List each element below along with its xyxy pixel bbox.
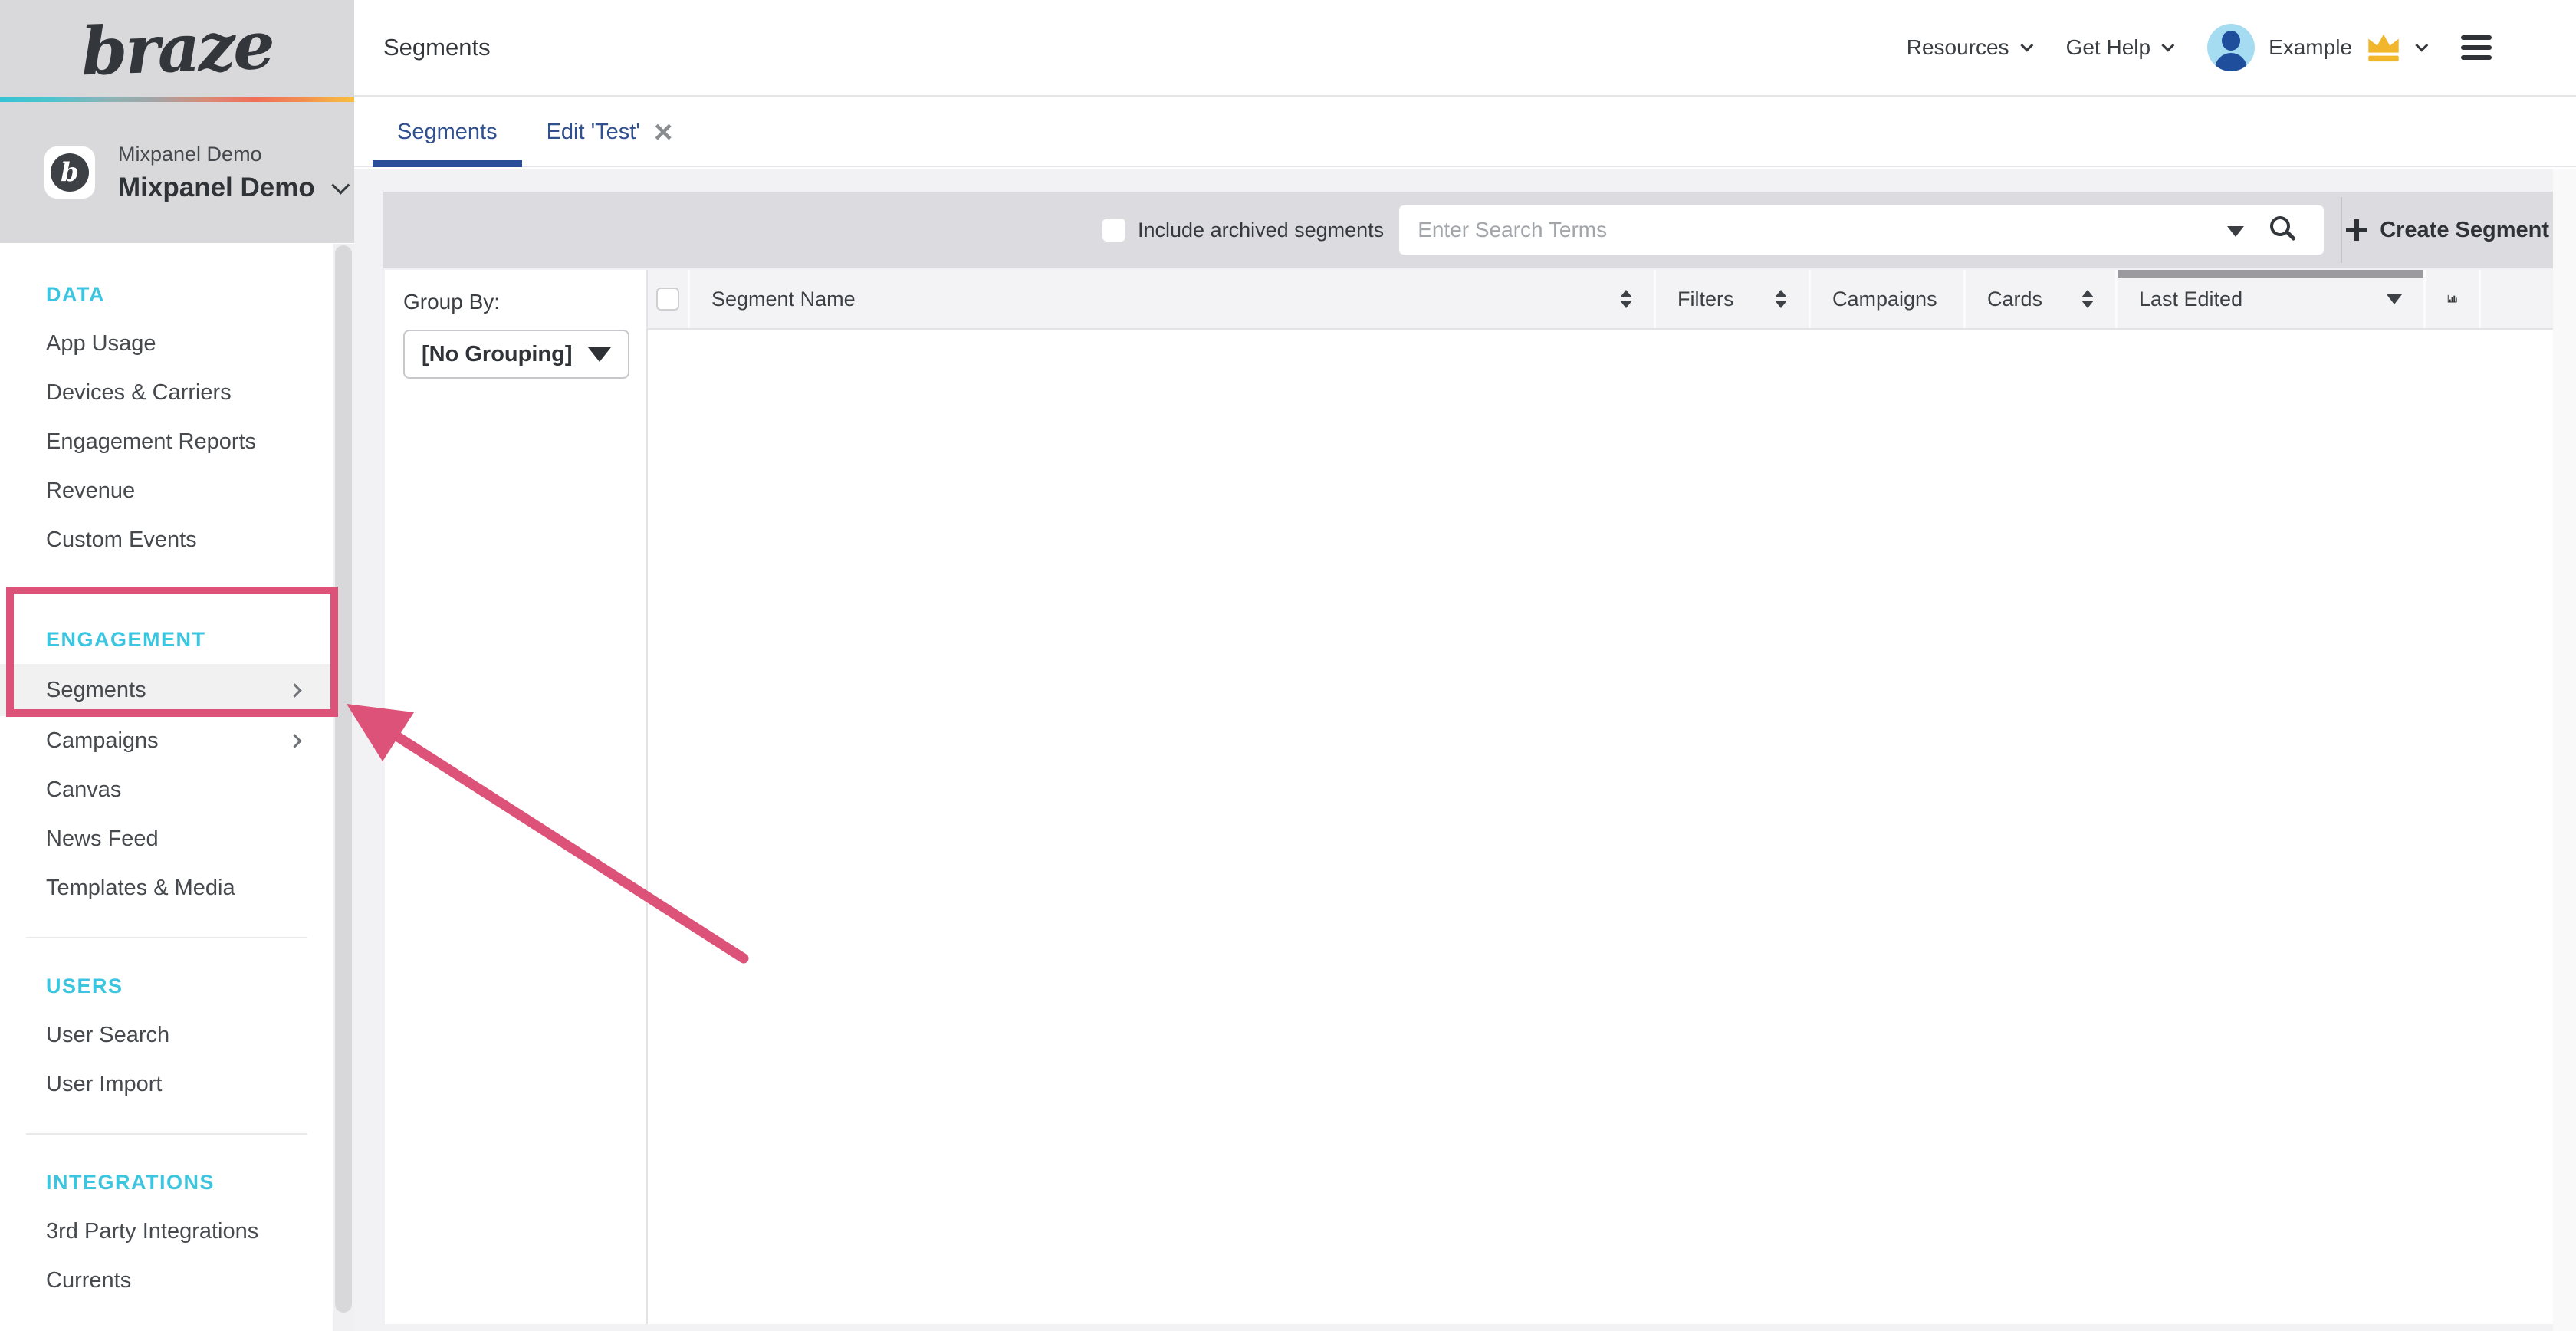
include-archived-checkbox[interactable] (1102, 219, 1125, 242)
hamburger-menu-icon[interactable] (2461, 35, 2492, 60)
search-input[interactable] (1399, 205, 2324, 255)
sidebar-scrollbar-thumb[interactable] (335, 245, 352, 1313)
account-name: Example (2269, 35, 2352, 60)
get-help-menu[interactable]: Get Help (2066, 35, 2171, 60)
sidebar-divider (26, 1133, 307, 1135)
bar-chart-icon (2447, 284, 2457, 314)
search-box (1399, 205, 2324, 255)
sidebar-item-revenue[interactable]: Revenue (0, 466, 334, 515)
include-archived-label: Include archived segments (1138, 219, 1384, 242)
tab-segments[interactable]: Segments (373, 98, 522, 166)
sidebar-divider (26, 937, 307, 938)
table-header-row: Segment Name Filters Campaigns Cards Las… (648, 270, 2553, 330)
braze-dashboard: braze b Mixpanel Demo Mixpanel Demo DATA… (0, 0, 2576, 1331)
crown-icon (2366, 32, 2401, 63)
column-header-empty (2481, 270, 2553, 328)
chevron-right-icon (288, 734, 301, 748)
select-all-cell (648, 270, 690, 328)
tab-bar: Segments Edit 'Test' × (354, 98, 2576, 167)
sort-icon[interactable] (1620, 290, 1632, 308)
sidebar-item-campaigns[interactable]: Campaigns (0, 716, 334, 765)
section-integrations: INTEGRATIONS (0, 1158, 334, 1207)
sidebar-item-3rd-party-integrations[interactable]: 3rd Party Integrations (0, 1207, 334, 1256)
group-by-label: Group By: (403, 290, 646, 314)
select-all-checkbox[interactable] (656, 288, 679, 311)
create-segment-button[interactable]: Create Segment (2342, 192, 2553, 268)
workspace-selector[interactable]: b Mixpanel Demo Mixpanel Demo (0, 102, 354, 243)
sidebar-item-templates-media[interactable]: Templates & Media (0, 863, 334, 912)
top-bar: Segments Resources Get Help Example (354, 0, 2576, 97)
chevron-down-icon (2415, 39, 2428, 52)
column-header-filters[interactable]: Filters (1656, 270, 1811, 328)
column-header-analytics[interactable] (2426, 270, 2481, 328)
column-header-segment-name[interactable]: Segment Name (690, 270, 1656, 328)
account-menu[interactable]: Example (2207, 24, 2424, 71)
sidebar-item-app-usage[interactable]: App Usage (0, 319, 334, 368)
sort-desc-icon (2387, 294, 2402, 304)
segments-toolbar: Include archived segments Create Segment (383, 192, 2553, 268)
plus-icon (2346, 219, 2367, 241)
tab-edit-test[interactable]: Edit 'Test' × (522, 98, 698, 166)
sidebar-item-devices-carriers[interactable]: Devices & Carriers (0, 368, 334, 417)
braze-logo: braze (80, 6, 274, 90)
section-engagement: ENGAGEMENT (0, 615, 334, 664)
segments-table: Segment Name Filters Campaigns Cards Las… (648, 270, 2553, 1324)
brand-header: braze (0, 0, 354, 97)
sidebar: braze b Mixpanel Demo Mixpanel Demo DATA… (0, 0, 354, 1331)
braze-b-icon: b (51, 153, 89, 192)
sort-icon[interactable] (2082, 290, 2094, 308)
page-title: Segments (383, 34, 491, 61)
workspace-name: Mixpanel Demo (118, 173, 315, 203)
sidebar-item-user-import[interactable]: User Import (0, 1060, 334, 1109)
main-content: Include archived segments Create Segment… (354, 169, 2576, 1331)
column-header-last-edited[interactable]: Last Edited (2118, 270, 2426, 328)
chevron-down-icon (331, 176, 350, 195)
sidebar-item-engagement-reports[interactable]: Engagement Reports (0, 417, 334, 466)
workspace-label: Mixpanel Demo (118, 143, 345, 166)
sidebar-item-news-feed[interactable]: News Feed (0, 814, 334, 863)
brand-gradient-bar (0, 97, 354, 102)
chevron-down-icon (2161, 39, 2174, 52)
sidebar-item-user-search[interactable]: User Search (0, 1011, 334, 1060)
sidebar-item-canvas[interactable]: Canvas (0, 765, 334, 814)
sort-icon[interactable] (1775, 290, 1787, 308)
sidebar-scrollbar[interactable] (334, 244, 354, 1331)
workspace-app-icon: b (44, 146, 95, 199)
table-body (648, 330, 2553, 1323)
close-icon[interactable]: × (654, 116, 673, 148)
column-header-cards[interactable]: Cards (1966, 270, 2118, 328)
chevron-down-icon (2020, 39, 2033, 52)
group-by-dropdown[interactable]: [No Grouping] (403, 330, 629, 379)
sidebar-nav: DATA App Usage Devices & Carriers Engage… (0, 244, 334, 1305)
section-users: USERS (0, 961, 334, 1011)
sidebar-item-custom-events[interactable]: Custom Events (0, 515, 334, 564)
column-header-campaigns[interactable]: Campaigns (1811, 270, 1966, 328)
caret-down-icon (588, 347, 611, 362)
group-by-panel: Group By: [No Grouping] (385, 270, 648, 1324)
chevron-right-icon (288, 683, 301, 697)
sidebar-item-currents[interactable]: Currents (0, 1256, 334, 1305)
search-icon[interactable] (2270, 216, 2290, 236)
search-dropdown-caret-icon[interactable] (2227, 226, 2244, 237)
section-data: DATA (0, 270, 334, 319)
sidebar-item-segments[interactable]: Segments (0, 664, 334, 716)
avatar (2207, 24, 2255, 71)
resources-menu[interactable]: Resources (1907, 35, 2029, 60)
